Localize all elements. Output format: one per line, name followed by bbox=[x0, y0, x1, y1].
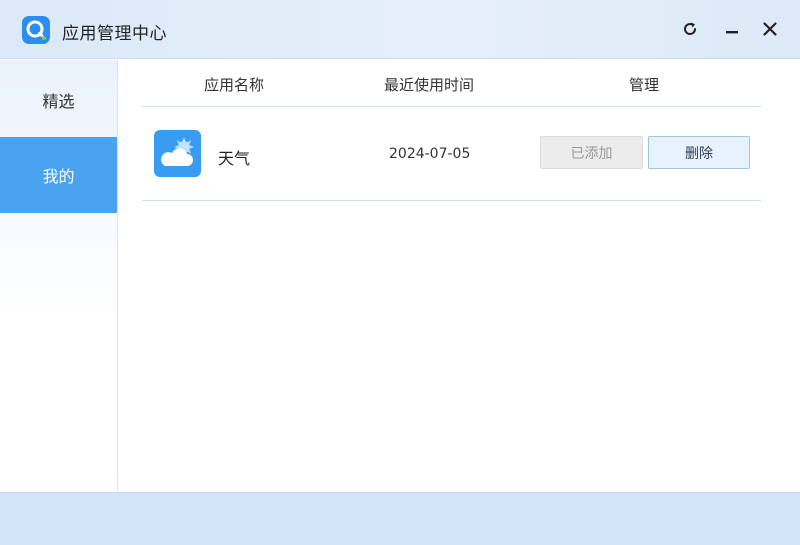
app-list-panel: 应用名称 最近使用时间 管理 天气 2024-07-05 已添加 删除 bbox=[119, 60, 800, 492]
app-logo-icon bbox=[22, 16, 50, 44]
sidebar-item-mine[interactable]: 我的 bbox=[0, 137, 117, 213]
column-header-app-name: 应用名称 bbox=[203, 76, 264, 94]
close-icon bbox=[763, 22, 777, 36]
sidebar-item-label: 我的 bbox=[42, 167, 75, 186]
column-header-manage: 管理 bbox=[628, 76, 659, 94]
footer-bar bbox=[0, 492, 800, 545]
last-used-time: 2024-07-05 bbox=[389, 146, 471, 162]
sidebar-item-label: 精选 bbox=[42, 92, 75, 111]
delete-button[interactable]: 删除 bbox=[648, 136, 750, 169]
sidebar-item-featured[interactable]: 精选 bbox=[0, 62, 117, 138]
title-bar[interactable]: 应用管理中心 bbox=[0, 0, 800, 59]
minimize-icon bbox=[726, 31, 738, 34]
app-manager-window: 应用管理中心 精选 我的 应用名称 最近使用时间 管理 天气 2024-07-0… bbox=[0, 0, 800, 545]
refresh-icon bbox=[684, 22, 697, 35]
sidebar: 精选 我的 bbox=[0, 60, 118, 492]
header-divider bbox=[142, 106, 761, 107]
app-name: 天气 bbox=[218, 149, 251, 168]
refresh-button[interactable] bbox=[675, 14, 705, 44]
added-status-button: 已添加 bbox=[540, 136, 643, 169]
column-header-last-used: 最近使用时间 bbox=[383, 76, 474, 94]
minimize-button[interactable] bbox=[717, 14, 747, 44]
weather-icon bbox=[154, 130, 201, 177]
close-button[interactable] bbox=[755, 14, 785, 44]
row-divider bbox=[142, 200, 761, 201]
window-title: 应用管理中心 bbox=[62, 24, 167, 44]
